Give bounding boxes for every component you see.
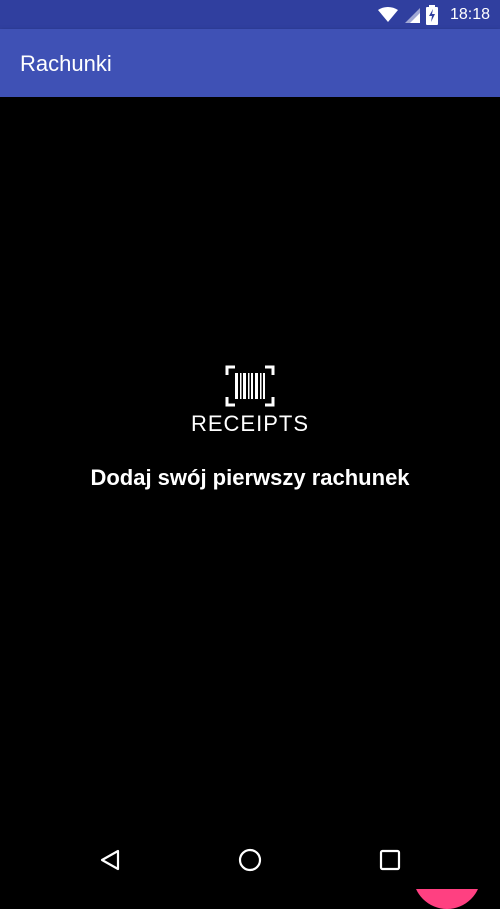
navigation-bar [0, 830, 500, 889]
status-icons: 18:18 [377, 0, 490, 29]
empty-state-message: Dodaj swój pierwszy rachunek [90, 465, 410, 490]
nav-recents-button[interactable] [372, 842, 408, 878]
nav-home-button[interactable] [232, 842, 268, 878]
logo-text: RECEIPTS [190, 411, 310, 436]
battery-charging-icon [425, 4, 438, 25]
wifi-icon [377, 6, 398, 22]
status-bar: 18:18 [0, 0, 500, 29]
app-bar: Rachunki [0, 29, 500, 97]
recents-icon [379, 849, 401, 871]
receipts-logo: RECEIPTS [187, 365, 313, 437]
barcode-icon [225, 365, 275, 407]
home-icon [238, 848, 262, 872]
back-icon [100, 849, 120, 871]
app-title: Rachunki [20, 51, 112, 76]
status-time: 18:18 [449, 5, 490, 23]
main-content: RECEIPTS Dodaj swój pierwszy rachunek [0, 97, 500, 909]
nav-back-button[interactable] [92, 842, 128, 878]
signal-icon [404, 7, 420, 23]
